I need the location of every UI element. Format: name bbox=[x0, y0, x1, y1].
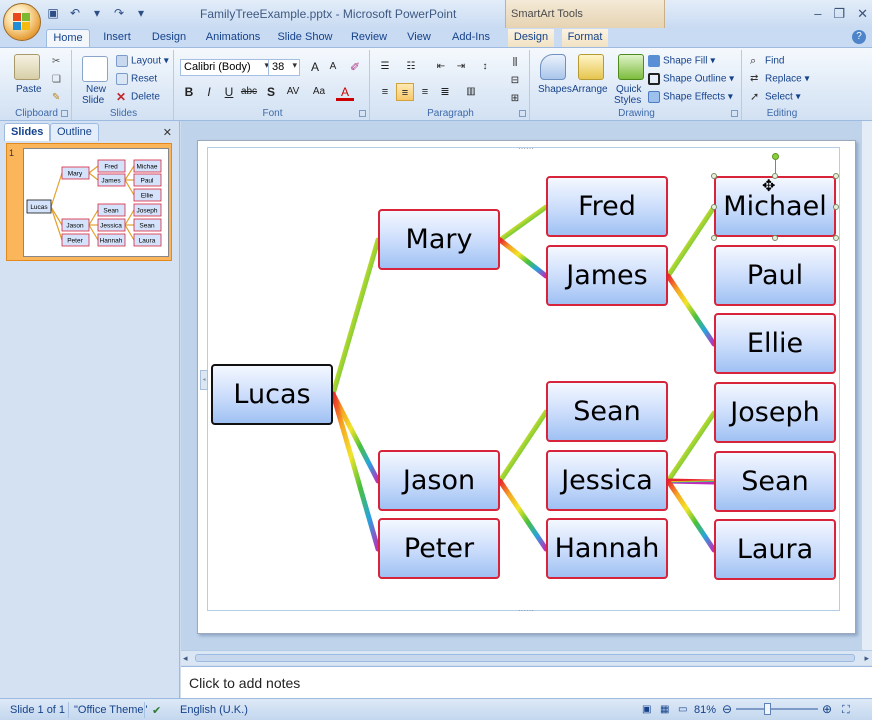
move-cursor-icon: ✥ bbox=[762, 178, 776, 195]
node-laura[interactable]: Laura bbox=[714, 519, 836, 580]
node-joseph[interactable]: Joseph bbox=[714, 382, 836, 443]
notes-placeholder[interactable]: Click to add notes bbox=[189, 675, 300, 691]
rotation-handle[interactable] bbox=[772, 153, 779, 160]
zoom-out-icon[interactable]: ⊖ bbox=[722, 702, 732, 716]
zoom-in-icon[interactable]: ⊕ bbox=[822, 702, 832, 716]
node-sean-gen2[interactable]: Sean bbox=[546, 381, 668, 442]
text-pane-toggle[interactable]: ◂ bbox=[200, 370, 208, 390]
slide-show-icon[interactable]: ▭ bbox=[678, 704, 687, 715]
notes-pane[interactable]: Click to add notes bbox=[181, 666, 872, 698]
language-indicator[interactable]: English (U.K.) bbox=[180, 704, 248, 716]
theme-name: "Office Theme" bbox=[74, 704, 148, 716]
office-button[interactable] bbox=[3, 3, 41, 41]
resize-handle-se[interactable] bbox=[833, 235, 839, 241]
frame-bottom-handle[interactable]: ⋯⋯ bbox=[518, 606, 534, 615]
status-bar: Slide 1 of 1 "Office Theme" ✔ English (U… bbox=[0, 698, 872, 720]
scroll-left-icon[interactable]: ◂ bbox=[183, 653, 188, 664]
scroll-right-icon[interactable]: ▸ bbox=[864, 653, 869, 664]
node-hannah[interactable]: Hannah bbox=[546, 518, 668, 579]
node-jessica[interactable]: Jessica bbox=[546, 450, 668, 511]
node-paul[interactable]: Paul bbox=[714, 245, 836, 306]
resize-handle-ne[interactable] bbox=[833, 173, 839, 179]
resize-handle-w[interactable] bbox=[711, 204, 717, 210]
frame-top-handle[interactable]: ⋯⋯ bbox=[518, 144, 534, 153]
resize-handle-e[interactable] bbox=[833, 204, 839, 210]
normal-view-icon[interactable]: ▣ bbox=[642, 704, 651, 715]
zoom-slider-knob[interactable] bbox=[764, 703, 771, 715]
slide-sorter-icon[interactable]: ▦ bbox=[660, 704, 669, 715]
vertical-scrollbar[interactable] bbox=[862, 121, 872, 650]
resize-handle-sw[interactable] bbox=[711, 235, 717, 241]
node-mary[interactable]: Mary bbox=[378, 209, 500, 270]
node-james[interactable]: James bbox=[546, 245, 668, 306]
node-sean-gen3[interactable]: Sean bbox=[714, 451, 836, 512]
resize-handle-s[interactable] bbox=[772, 235, 778, 241]
horizontal-scroll-thumb[interactable] bbox=[195, 654, 855, 662]
status-separator bbox=[68, 702, 69, 718]
office-logo-icon bbox=[13, 13, 31, 31]
node-jason[interactable]: Jason bbox=[378, 450, 500, 511]
spelling-check-icon[interactable]: ✔ bbox=[152, 704, 161, 717]
horizontal-scrollbar[interactable]: ◂ ▸ bbox=[181, 650, 872, 665]
slide-counter: Slide 1 of 1 bbox=[10, 704, 66, 716]
zoom-slider[interactable] bbox=[736, 708, 818, 710]
node-fred[interactable]: Fred bbox=[546, 176, 668, 237]
status-separator bbox=[144, 702, 145, 718]
node-ellie[interactable]: Ellie bbox=[714, 313, 836, 374]
node-lucas[interactable]: Lucas bbox=[211, 364, 333, 425]
fit-to-window-icon[interactable]: ⛶ bbox=[842, 704, 850, 717]
node-peter[interactable]: Peter bbox=[378, 518, 500, 579]
resize-handle-nw[interactable] bbox=[711, 173, 717, 179]
zoom-level[interactable]: 81% bbox=[694, 704, 716, 716]
